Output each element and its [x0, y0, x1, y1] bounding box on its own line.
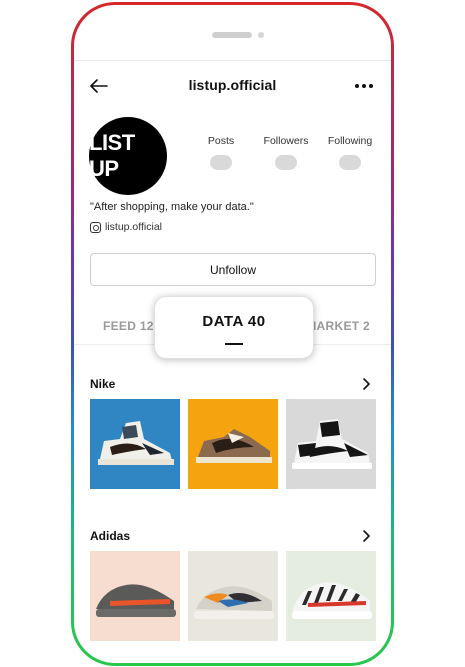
- stat-followers[interactable]: Followers: [251, 135, 321, 170]
- section-title-nike: Nike: [90, 377, 116, 391]
- tab-feed[interactable]: FEED 12: [103, 319, 154, 333]
- sneaker-image: [286, 551, 376, 641]
- data-count-label: DATA 40: [202, 313, 266, 330]
- profile-bio: "After shopping, make your data.": [90, 201, 254, 213]
- unfollow-button[interactable]: Unfollow: [90, 253, 376, 286]
- status-bar: [74, 5, 391, 61]
- page-title: listup.official: [188, 77, 277, 93]
- stat-value-placeholder: [339, 155, 361, 170]
- tab-market[interactable]: MARKET 2: [306, 319, 370, 333]
- product-tile[interactable]: [286, 551, 376, 641]
- stat-label: Following: [327, 135, 373, 147]
- instagram-handle[interactable]: listup.official: [90, 221, 162, 233]
- active-tab-indicator: [225, 343, 243, 345]
- product-tile[interactable]: [188, 551, 278, 641]
- stat-value-placeholder: [275, 155, 297, 170]
- data-tab-popup[interactable]: DATA 40: [154, 296, 314, 359]
- nike-product-grid: [90, 399, 376, 489]
- sneaker-image: [90, 399, 180, 489]
- speaker-slot: [212, 32, 252, 38]
- sneaker-image: [188, 551, 278, 641]
- app-header: listup.official: [74, 65, 391, 107]
- stat-value-placeholder: [210, 155, 232, 170]
- sneaker-image: [286, 399, 376, 489]
- instagram-icon: [90, 221, 101, 233]
- section-title-adidas: Adidas: [90, 529, 131, 543]
- handle-text: listup.official: [105, 221, 163, 233]
- sneaker-image: [188, 399, 278, 489]
- more-options-icon[interactable]: [353, 75, 375, 97]
- chevron-right-icon[interactable]: [359, 529, 373, 543]
- camera-dot: [258, 32, 264, 38]
- stat-label: Posts: [207, 135, 235, 147]
- product-tile[interactable]: [90, 399, 180, 489]
- avatar[interactable]: LIST UP: [89, 117, 167, 195]
- sneaker-image: [90, 551, 180, 641]
- product-tile[interactable]: [90, 551, 180, 641]
- stat-following[interactable]: Following: [315, 135, 385, 170]
- product-tile[interactable]: [188, 399, 278, 489]
- avatar-logo-text: LIST UP: [89, 130, 135, 181]
- product-tile[interactable]: [286, 399, 376, 489]
- stat-posts[interactable]: Posts: [186, 135, 256, 170]
- stat-label: Followers: [263, 135, 309, 147]
- phone-frame: listup.official LIST UP Posts Followers …: [71, 2, 394, 666]
- app-screen: listup.official LIST UP Posts Followers …: [74, 5, 391, 663]
- chevron-right-icon[interactable]: [359, 377, 373, 391]
- adidas-product-grid: [90, 551, 376, 641]
